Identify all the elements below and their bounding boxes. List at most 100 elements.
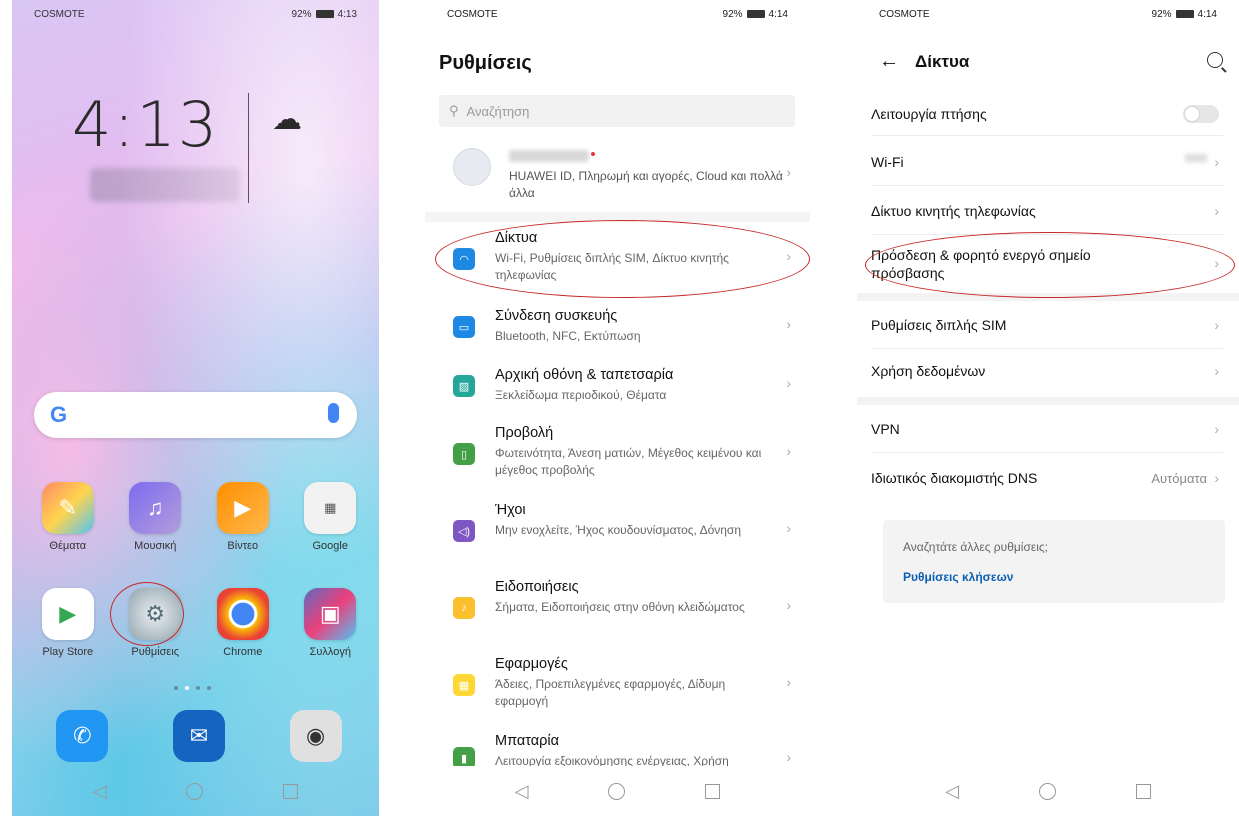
page-title: Ρυθμίσεις [439, 52, 532, 74]
home-nav-icon[interactable] [608, 782, 626, 800]
chevron-right-icon: › [786, 316, 791, 332]
settings-search-input[interactable]: ⚲ Αναζήτηση [439, 95, 795, 127]
home-nav-icon[interactable] [186, 782, 204, 800]
chevron-right-icon: › [786, 164, 791, 180]
carrier-label: COSMOTE [34, 8, 85, 20]
widget-divider [248, 93, 249, 203]
app-chrome[interactable]: Chrome [199, 588, 287, 658]
account-subtitle: HUAWEI ID, Πληρωμή και αγορές, Cloud και… [509, 169, 783, 200]
item-title: Δίκτυα [495, 230, 538, 246]
data-usage-row[interactable]: Χρήση δεδομένων › [871, 349, 1223, 397]
item-title: Σύνδεση συσκευής [495, 308, 618, 324]
row-label: Δίκτυο κινητής τηλεφωνίας [871, 203, 1036, 219]
page-indicator [174, 686, 211, 690]
dock: ✆ ✉ ◉ [24, 710, 374, 762]
networks-screen: COSMOTE 92% 4:14 ← Δίκτυα Λειτουργία πτήσ… [857, 0, 1239, 816]
back-nav-icon[interactable]: ◁ [93, 782, 107, 800]
back-nav-icon[interactable]: ◁ [945, 782, 959, 800]
google-folder-icon: ▦ [304, 482, 357, 534]
nav-bar: ◁ [857, 766, 1239, 816]
chevron-right-icon: › [1214, 154, 1219, 170]
recents-nav-icon[interactable] [705, 783, 721, 799]
status-bar: COSMOTE 92% 4:13 [12, 0, 379, 28]
section-divider [425, 212, 810, 222]
dns-value: Αυτόματα [1151, 471, 1207, 486]
suggestions-card: Αναζητάτε άλλες ρυθμίσεις; Ρυθμίσεις κλή… [883, 520, 1225, 603]
clock-widget[interactable]: 4:13 [72, 88, 219, 161]
settings-item-display[interactable]: ▯ Προβολή Φωτεινότητα, Άνεση ματιών, Μέγ… [439, 425, 795, 487]
call-settings-link[interactable]: Ρυθμίσεις κλήσεων [903, 570, 1013, 584]
row-label: Χρήση δεδομένων [871, 363, 986, 379]
app-gallery[interactable]: ▣ Συλλογή [287, 588, 375, 658]
bell-icon: ♪ [453, 597, 475, 619]
battery-icon [1175, 10, 1194, 18]
date-text-blurred [90, 168, 240, 202]
notification-dot [591, 152, 595, 156]
chevron-right-icon: › [1214, 421, 1219, 437]
search-icon[interactable] [1207, 52, 1223, 68]
item-title: Μπαταρία [495, 733, 560, 749]
status-bar: COSMOTE 92% 4:14 [857, 0, 1239, 28]
settings-item-device-connection[interactable]: ▭ Σύνδεση συσκευής Bluetooth, NFC, Εκτύπ… [439, 308, 795, 352]
row-label: Πρόσδεση & φορητό ενεργό σημείο πρόσβαση… [871, 247, 1091, 281]
wifi-row[interactable]: Wi-Fi › [871, 136, 1223, 186]
section-divider [857, 293, 1239, 301]
item-title: Ειδοποιήσεις [495, 579, 579, 595]
account-row[interactable]: HUAWEI ID, Πληρωμή και αγορές, Cloud και… [439, 148, 795, 208]
app-themes[interactable]: ✎ Θέματα [24, 482, 112, 552]
gallery-icon: ▣ [304, 588, 357, 640]
settings-item-sounds[interactable]: ◁) Ήχοι Μην ενοχλείτε, Ήχος κουδουνίσματ… [439, 502, 795, 564]
app-video[interactable]: ▶ Βίντεο [199, 482, 287, 552]
battery-percent: 92% [291, 8, 312, 20]
app-label: Βίντεο [227, 540, 259, 552]
home-nav-icon[interactable] [1038, 782, 1056, 800]
app-music[interactable]: ♫ Μουσική [112, 482, 200, 552]
item-subtitle: Σήματα, Ειδοποιήσεις στην οθόνη κλειδώμα… [495, 600, 745, 614]
back-nav-icon[interactable]: ◁ [515, 782, 529, 800]
messages-icon[interactable]: ✉ [172, 710, 225, 762]
item-subtitle: Μην ενοχλείτε, Ήχος κουδουνίσματος, Δόνη… [495, 523, 742, 537]
chevron-right-icon: › [786, 375, 791, 391]
page-title: Δίκτυα [915, 51, 970, 71]
chevron-right-icon: › [1214, 203, 1219, 219]
app-play-store[interactable]: ▶ Play Store [24, 588, 112, 658]
chevron-right-icon: › [1214, 317, 1219, 333]
status-bar: COSMOTE 92% 4:14 [425, 0, 810, 28]
app-settings[interactable]: ⚙ Ρυθμίσεις [112, 588, 200, 658]
phone-icon[interactable]: ✆ [56, 710, 109, 762]
page-header: ← Δίκτυα [879, 50, 969, 73]
vpn-row[interactable]: VPN › [871, 405, 1223, 453]
item-title: Αρχική οθόνη & ταπετσαρία [495, 367, 674, 383]
airplane-mode-row[interactable]: Λειτουργία πτήσης [871, 100, 1223, 136]
settings-item-home-screen[interactable]: ▨ Αρχική οθόνη & ταπετσαρία Ξεκλείδωμα π… [439, 367, 795, 411]
private-dns-row[interactable]: Ιδιωτικός διακομιστής DNS Αυτόματα › [871, 453, 1223, 503]
back-arrow-icon[interactable]: ← [879, 50, 899, 73]
settings-item-networks[interactable]: ◠ Δίκτυα Wi-Fi, Ρυθμίσεις διπλής SIM, Δί… [439, 230, 795, 292]
recents-nav-icon[interactable] [283, 783, 299, 799]
avatar [453, 148, 491, 186]
airplane-mode-toggle[interactable] [1183, 105, 1219, 123]
home-screen: COSMOTE 92% 4:13 4:13 ☁ G ✎ Θέματα ♫ Μουσικ… [12, 0, 379, 816]
wallpaper-icon: ▨ [453, 375, 475, 397]
camera-icon[interactable]: ◉ [289, 710, 342, 762]
tethering-hotspot-row[interactable]: Πρόσδεση & φορητό ενεργό σημείο πρόσβαση… [871, 235, 1223, 293]
app-google-folder[interactable]: ▦ Google [287, 482, 375, 552]
dual-sim-row[interactable]: Ρυθμίσεις διπλής SIM › [871, 301, 1223, 349]
row-label: Ρυθμίσεις διπλής SIM [871, 317, 1007, 333]
app-label: Play Store [42, 646, 94, 658]
settings-item-apps[interactable]: ▦ Εφαρμογές Άδειες, Προεπιλεγμένες εφαρμ… [439, 656, 795, 718]
status-time: 4:14 [768, 8, 788, 20]
mic-icon[interactable] [328, 403, 339, 423]
device-connection-icon: ▭ [453, 316, 475, 338]
settings-item-notifications[interactable]: ♪ Ειδοποιήσεις Σήματα, Ειδοποιήσεις στην… [439, 579, 795, 641]
display-icon: ▯ [453, 443, 475, 465]
weather-icon[interactable]: ☁ [272, 102, 302, 137]
recents-nav-icon[interactable] [1135, 783, 1151, 799]
mobile-network-row[interactable]: Δίκτυο κινητής τηλεφωνίας › [871, 186, 1223, 235]
status-time: 4:13 [337, 8, 357, 20]
google-search-bar[interactable]: G [34, 392, 357, 438]
item-title: Ήχοι [495, 502, 526, 518]
app-row-1: ✎ Θέματα ♫ Μουσική ▶ Βίντεο ▦ Google [24, 482, 374, 552]
app-label: Google [312, 540, 348, 552]
item-title: Εφαρμογές [495, 656, 568, 672]
